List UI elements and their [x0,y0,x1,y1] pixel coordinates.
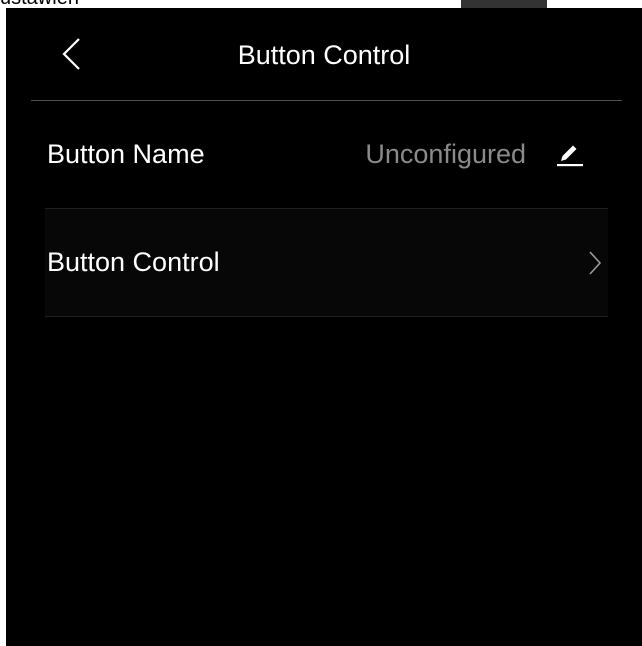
chevron-right-icon [589,251,602,275]
edit-icon[interactable] [553,139,585,171]
button-name-label: Button Name [47,139,205,169]
button-control-label: Button Control [47,247,220,277]
header: Button Control [6,8,642,101]
device-screen: Button Control Button Name Unconfigured … [6,8,642,646]
button-name-row[interactable]: Button Name Unconfigured [45,101,608,209]
page-title: Button Control [237,40,411,70]
button-control-row[interactable]: Button Control [45,209,608,317]
button-name-value: Unconfigured [365,139,526,169]
top-strip: ustawien [0,0,642,8]
top-strip-block [461,0,547,8]
top-strip-text: ustawien [0,0,79,8]
